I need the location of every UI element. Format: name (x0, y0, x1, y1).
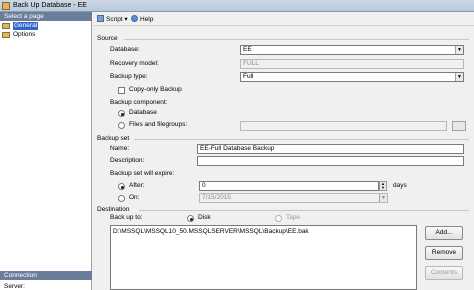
connection-header: Connection (0, 271, 92, 280)
backup-component-label: Backup component: (110, 99, 168, 106)
disk-radio[interactable] (187, 215, 194, 222)
backup-dialog: Back Up Database - EE Select a page Gene… (0, 0, 474, 290)
divider (124, 39, 469, 40)
files-filegroups-radio[interactable] (118, 122, 125, 129)
on-label: On: (129, 194, 140, 201)
window-title: Back Up Database - EE (13, 2, 87, 9)
database-dropdown[interactable]: EE ▼ (240, 45, 464, 55)
backup-set-section-label: Backup set (97, 135, 130, 142)
copy-only-label: Copy-only Backup (129, 86, 182, 93)
recovery-model-field: FULL (240, 59, 464, 69)
days-label: days (393, 182, 407, 189)
recovery-model-label: Recovery model: (110, 60, 159, 67)
after-label: After: (129, 182, 145, 189)
list-item[interactable]: D:\MSSQL\MSSQL10_50.MSSQLSERVER\MSSQL\Ba… (113, 228, 414, 235)
tape-label: Tape (286, 214, 301, 221)
chevron-down-icon: ▼ (455, 73, 463, 81)
page-icon (2, 32, 10, 38)
after-radio[interactable] (118, 183, 125, 190)
database-label: Database: (110, 46, 140, 53)
server-label: Server: (4, 283, 25, 290)
help-button[interactable]: Help (131, 15, 153, 24)
script-label: Script (106, 16, 123, 23)
page-selector-panel: Select a page General Options Connection… (0, 12, 92, 290)
contents-button: Contents (425, 266, 463, 280)
remove-button[interactable]: Remove (425, 246, 463, 260)
script-button[interactable]: Script ▾ (97, 15, 128, 24)
destination-section-label: Destination (97, 206, 130, 213)
backup-to-label: Back up to: (110, 214, 143, 221)
on-radio[interactable] (118, 195, 125, 202)
browse-files-button[interactable] (452, 121, 466, 131)
page-icon (2, 23, 10, 29)
database-icon (2, 2, 10, 10)
expire-label: Backup set will expire: (110, 170, 175, 177)
backup-name-input[interactable]: EE-Full Database Backup (197, 144, 464, 154)
description-label: Description: (110, 157, 145, 164)
page-item-general[interactable]: General (2, 22, 88, 30)
divider (134, 139, 469, 140)
chevron-down-icon: ▼ (379, 194, 387, 202)
backup-type-dropdown[interactable]: Full ▼ (240, 72, 464, 82)
database-radio[interactable] (118, 110, 125, 117)
backup-type-label: Backup type: (110, 73, 148, 80)
days-spinner[interactable]: ▲ ▼ (379, 181, 387, 191)
chevron-down-icon: ▼ (455, 46, 463, 54)
files-filegroups-label: Files and filegroups: (129, 121, 188, 128)
disk-label: Disk (198, 214, 211, 221)
name-label: Name: (110, 145, 130, 152)
help-label: Help (140, 16, 154, 23)
copy-only-checkbox[interactable] (118, 87, 125, 94)
expire-date-picker: 7/15/2015 ▼ (199, 193, 388, 203)
database-value: EE (243, 46, 252, 53)
select-page-header: Select a page (0, 12, 92, 21)
help-icon (131, 15, 138, 22)
title-bar: Back Up Database - EE (0, 0, 474, 12)
add-button[interactable]: Add... (425, 226, 463, 240)
destination-list[interactable]: D:\MSSQL\MSSQL10_50.MSSQLSERVER\MSSQL\Ba… (110, 225, 417, 290)
page-item-label: Options (13, 31, 36, 38)
after-days-input[interactable]: 0 (199, 181, 379, 191)
files-filegroups-field (240, 121, 447, 131)
page-item-label: General (13, 22, 39, 30)
divider (139, 210, 469, 211)
toolbar: Script ▾ Help (93, 12, 474, 26)
tape-radio (275, 215, 282, 222)
database-option-label: Database (129, 109, 157, 116)
description-input[interactable] (197, 156, 464, 166)
source-section-label: Source (97, 35, 118, 42)
backup-type-value: Full (243, 73, 254, 80)
script-icon (97, 15, 104, 22)
expire-date-value: 7/15/2015 (202, 194, 231, 201)
page-item-options[interactable]: Options (2, 31, 88, 39)
